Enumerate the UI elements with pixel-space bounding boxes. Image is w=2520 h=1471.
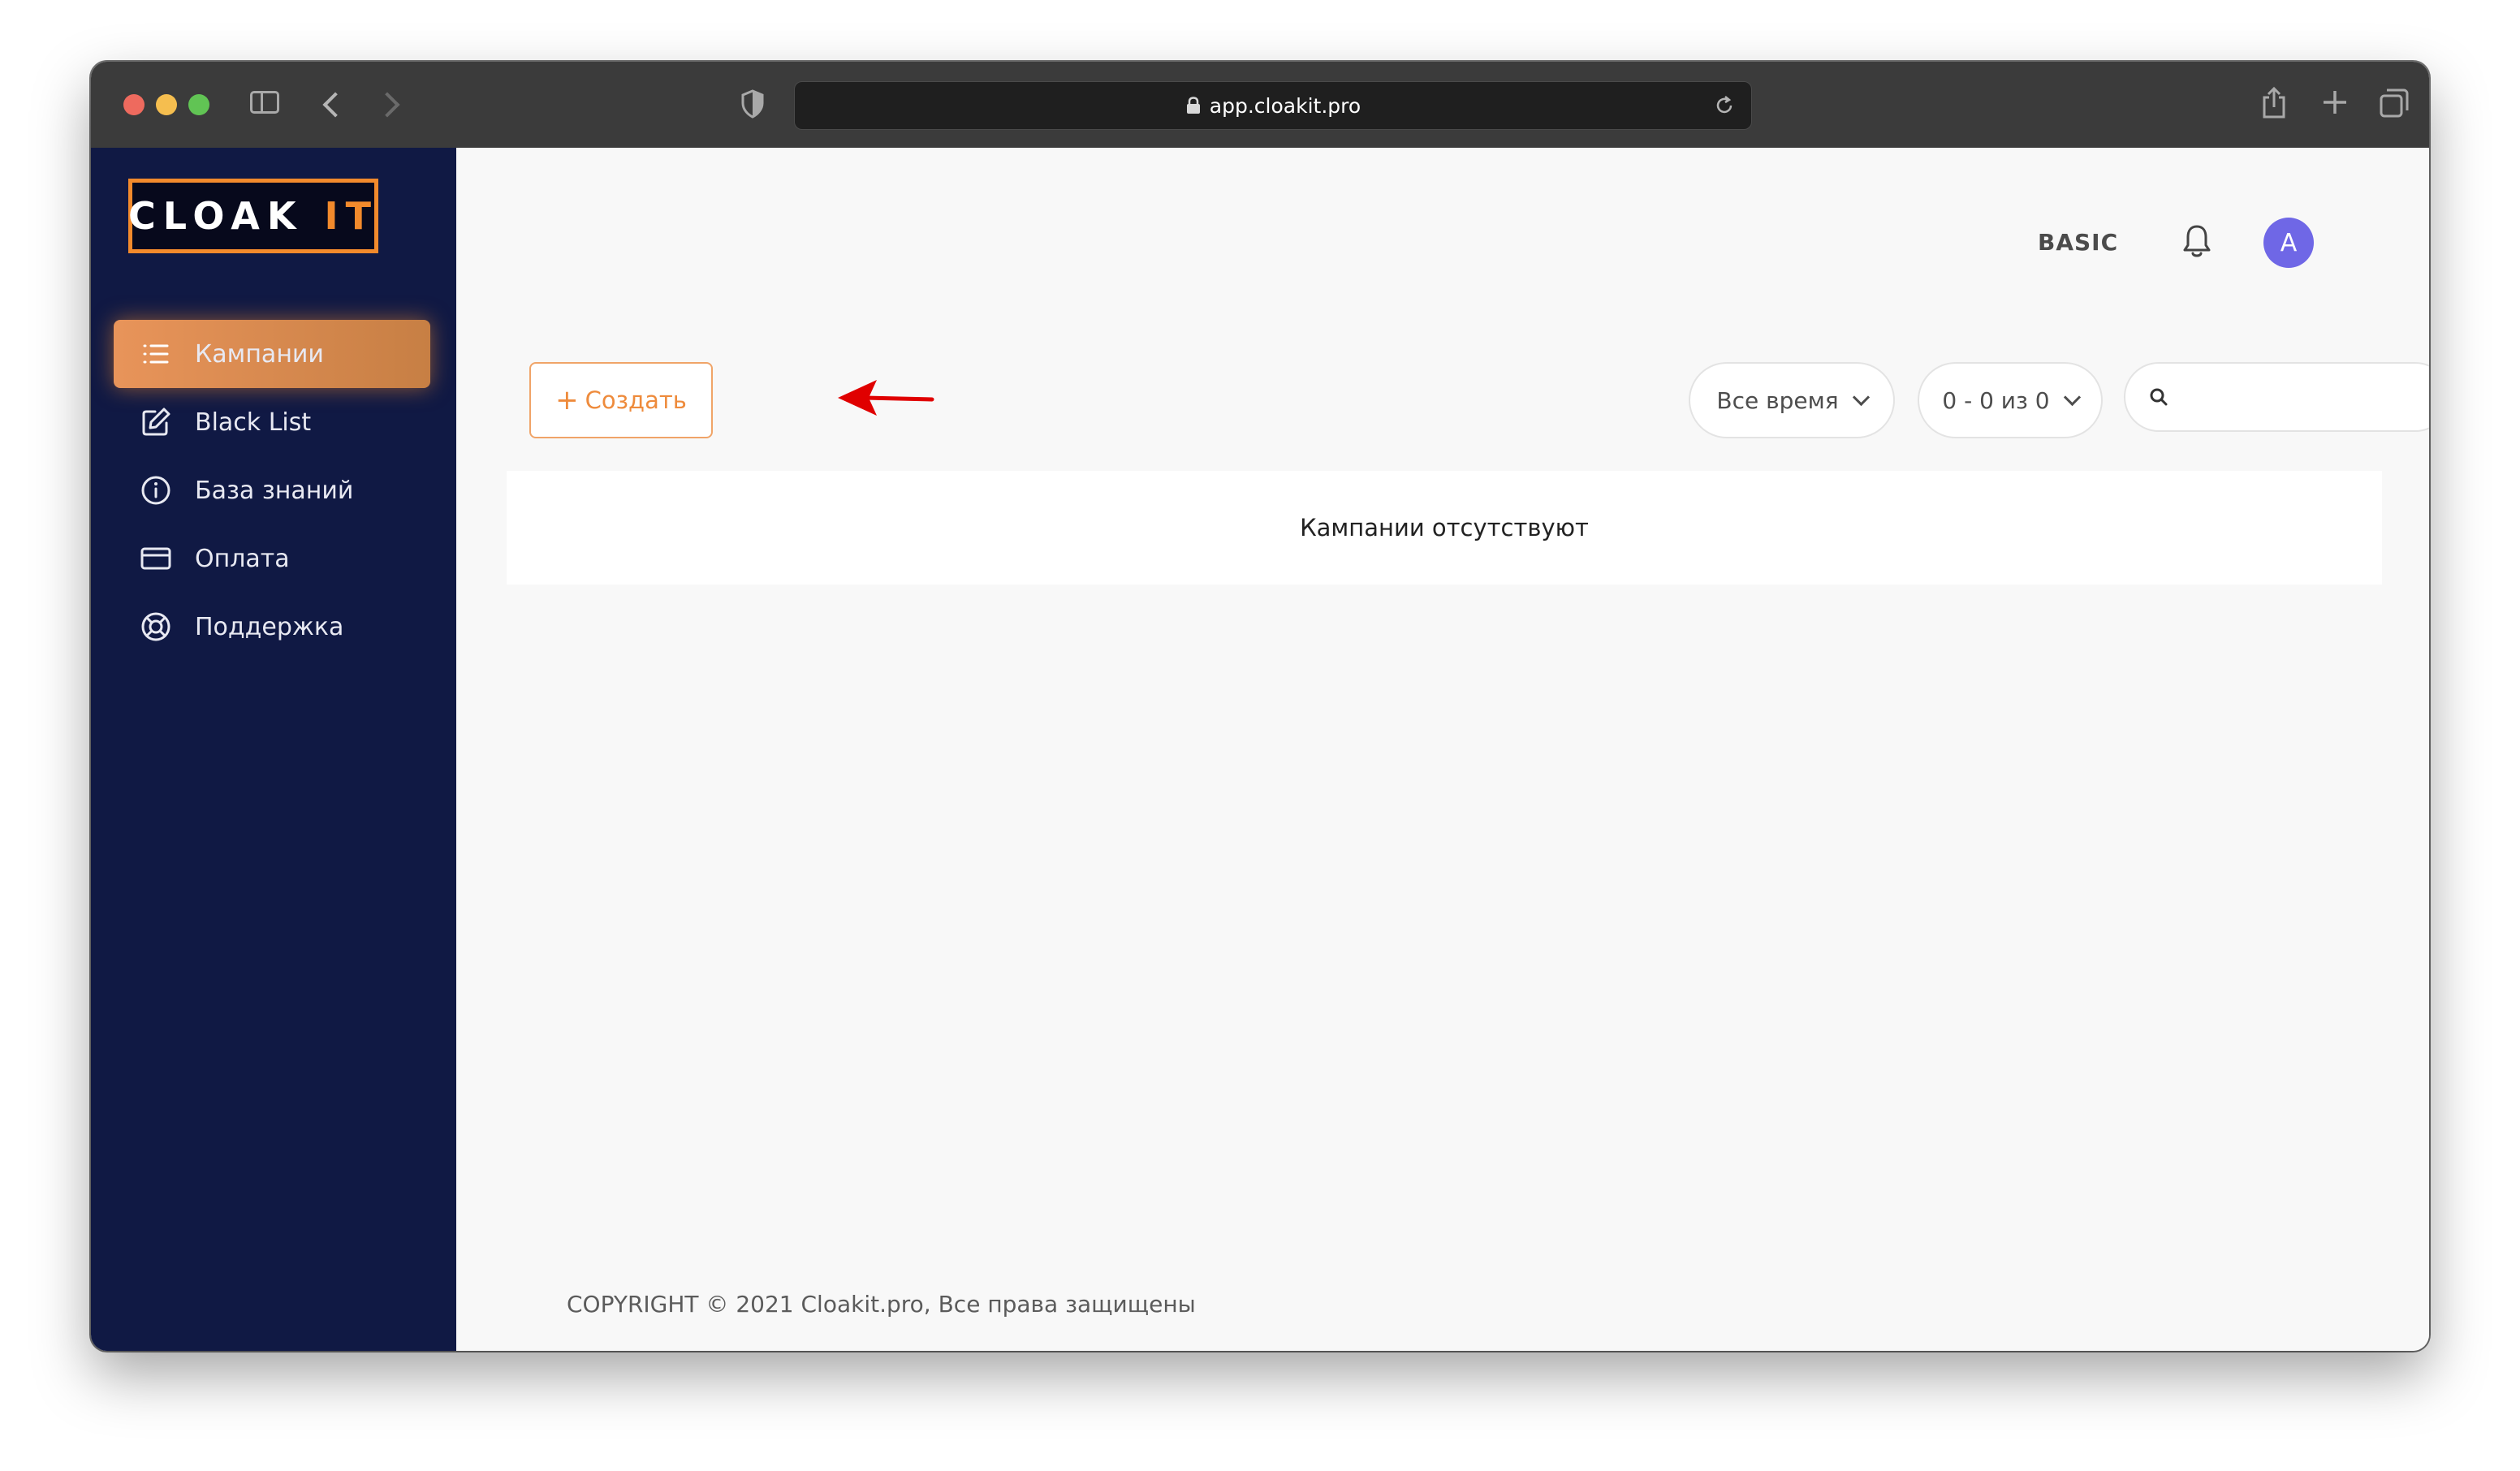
time-filter-value: Все время (1716, 386, 1839, 414)
forward-icon[interactable] (374, 92, 400, 118)
sidebar-item-label: База знаний (195, 476, 354, 505)
sidebar-item-payment[interactable]: Оплата (114, 524, 430, 593)
chevron-down-icon (2063, 388, 2081, 406)
sidebar-item-campaigns[interactable]: Кампании (114, 320, 430, 388)
main-content: BASIC A + Создать Все время 0 - 0 из 0 К… (456, 148, 2429, 1351)
logo-accent-text: IT (324, 194, 379, 238)
search-box[interactable] (2124, 362, 2429, 432)
address-bar[interactable]: app.cloakit.pro (794, 81, 1752, 130)
pagination-value: 0 - 0 из 0 (1942, 386, 2050, 414)
pagination-dropdown[interactable]: 0 - 0 из 0 (1918, 362, 2103, 438)
footer-copyright: COPYRIGHT © 2021 Cloakit.pro, Все права … (567, 1291, 1196, 1318)
avatar[interactable]: A (2263, 218, 2314, 268)
lifebuoy-icon (141, 612, 170, 641)
logo-main-text: CLOAK (127, 194, 304, 238)
sidebar-item-label: Кампании (195, 339, 324, 369)
search-icon (2150, 388, 2168, 406)
time-filter-dropdown[interactable]: Все время (1689, 362, 1895, 438)
list-icon (143, 344, 169, 364)
reload-icon[interactable] (1714, 95, 1735, 116)
empty-message: Кампании отсутствуют (1300, 514, 1589, 541)
sidebar-item-label: Black List (195, 408, 312, 437)
privacy-shield-icon[interactable] (740, 89, 765, 119)
chevron-down-icon (1852, 388, 1870, 406)
zoom-window-button[interactable] (188, 94, 209, 115)
share-icon[interactable] (2260, 86, 2288, 119)
sidebar-item-support[interactable]: Поддержка (114, 593, 430, 661)
bell-icon[interactable] (2181, 222, 2213, 260)
sidebar-item-black-list[interactable]: Black List (114, 388, 430, 456)
sidebar-item-label: Оплата (195, 544, 290, 573)
search-input[interactable] (2179, 372, 2429, 424)
sidebar-item-knowledge-base[interactable]: База знаний (114, 456, 430, 524)
close-window-button[interactable] (123, 94, 145, 115)
create-button-label: Создать (585, 386, 687, 414)
credit-card-icon (140, 547, 171, 570)
info-icon (141, 476, 170, 505)
sidebar-item-label: Поддержка (195, 612, 344, 641)
browser-toolbar: app.cloakit.pro (91, 62, 2429, 149)
url-text: app.cloakit.pro (1209, 93, 1361, 118)
back-icon[interactable] (322, 92, 348, 118)
browser-window: app.cloakit.pro CLOAK IT Кампании Black … (91, 62, 2429, 1351)
edit-icon (142, 408, 170, 436)
sidebar-toggle-icon[interactable] (250, 91, 279, 114)
sidebar: CLOAK IT Кампании Black List База знаний… (91, 148, 456, 1351)
plus-icon: + (555, 384, 579, 416)
plan-badge[interactable]: BASIC (2038, 229, 2118, 256)
campaigns-empty-state: Кампании отсутствуют (507, 471, 2382, 585)
cloakit-logo[interactable]: CLOAK IT (128, 179, 378, 253)
minimize-window-button[interactable] (156, 94, 177, 115)
annotation-arrow-icon (838, 380, 934, 416)
new-tab-icon[interactable] (2320, 88, 2350, 117)
sidebar-nav: Кампании Black List База знаний Оплата П… (114, 320, 430, 661)
tab-overview-icon[interactable] (2379, 88, 2410, 119)
lock-icon (1186, 97, 1200, 114)
create-button[interactable]: + Создать (529, 362, 713, 438)
